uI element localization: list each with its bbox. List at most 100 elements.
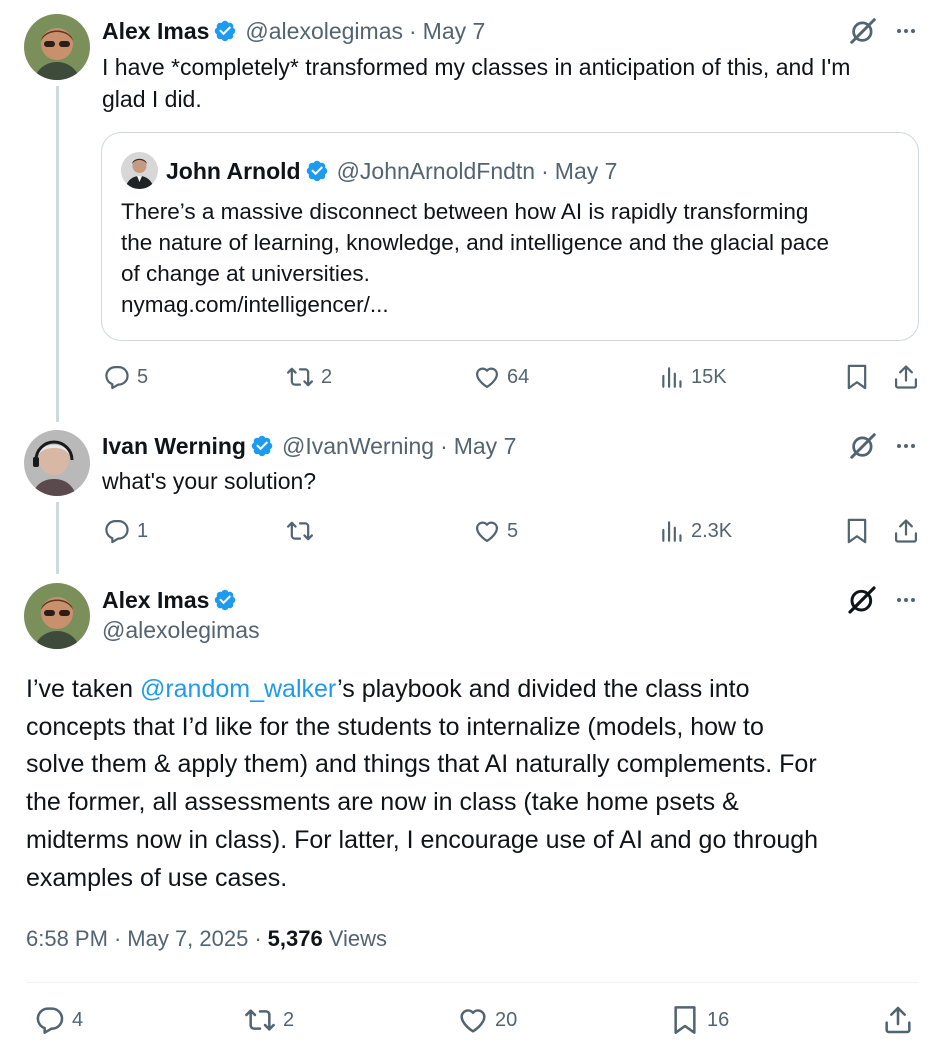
avatar-john-arnold[interactable] xyxy=(121,152,158,189)
quote-author-name[interactable]: John Arnold xyxy=(166,158,301,185)
verified-badge-icon xyxy=(213,19,237,43)
like-count: 5 xyxy=(507,519,519,542)
like-icon xyxy=(457,1004,489,1036)
repost-count: 2 xyxy=(283,1008,295,1031)
main-author-name[interactable]: Alex Imas xyxy=(102,587,209,614)
tweet1-author-handle[interactable]: @alexolegimas xyxy=(245,18,403,45)
grok-icon[interactable] xyxy=(848,431,878,461)
repost-button[interactable] xyxy=(285,517,315,545)
views-icon xyxy=(659,517,685,545)
main-text-line: concepts that I’d like for the students … xyxy=(26,712,764,741)
views-label: Views xyxy=(328,926,388,951)
grok-icon[interactable] xyxy=(848,16,878,46)
tweet1-author-name[interactable]: Alex Imas xyxy=(102,18,209,45)
repost-icon xyxy=(243,1004,277,1036)
separator-dot: · xyxy=(113,926,122,951)
repost-icon xyxy=(285,363,315,391)
timestamp-row: 6:58 PM · May 7, 2025 · 5,376 Views xyxy=(26,926,387,952)
main-text-line: solve them & apply them) and things that… xyxy=(26,750,817,779)
reply-count: 5 xyxy=(137,365,149,388)
bookmark-icon xyxy=(669,1004,701,1036)
views-button[interactable]: 15K xyxy=(659,363,727,391)
reply-count: 1 xyxy=(137,519,149,542)
separator-dot: · xyxy=(409,17,417,44)
quote-date[interactable]: May 7 xyxy=(555,158,618,185)
quote-author-handle[interactable]: @JohnArnoldFndtn xyxy=(337,158,536,185)
main-tweet-text: I’ve taken @random_walker’s playbook and… xyxy=(26,671,818,897)
repost-count: 2 xyxy=(321,365,333,388)
tweet1-header: Alex Imas @alexolegimas · May 7 xyxy=(102,16,485,46)
repost-button[interactable]: 2 xyxy=(285,363,332,391)
quote-text-line: of change at universities. xyxy=(121,261,370,286)
more-icon[interactable] xyxy=(894,434,918,458)
tweet1-text: I have *completely* transformed my class… xyxy=(102,51,850,115)
like-button[interactable]: 20 xyxy=(457,1004,517,1036)
grok-icon[interactable] xyxy=(846,584,878,616)
separator-dot: · xyxy=(541,157,549,184)
avatar-alex-imas-image xyxy=(24,583,90,649)
like-button[interactable]: 64 xyxy=(473,363,529,391)
bookmark-icon[interactable] xyxy=(843,517,871,545)
quote-text-line: the nature of learning, knowledge, and i… xyxy=(121,230,830,255)
avatar-ivan-werning-image xyxy=(24,430,90,496)
divider xyxy=(26,982,919,983)
bookmark-count: 16 xyxy=(707,1008,730,1031)
main-text-line: I’ve taken @random_walker’s playbook and… xyxy=(26,671,818,709)
like-icon xyxy=(473,517,501,545)
tweet2-author-name[interactable]: Ivan Werning xyxy=(102,433,246,460)
repost-button[interactable]: 2 xyxy=(243,1004,294,1036)
like-count: 64 xyxy=(507,365,530,388)
tweet2-text: what's your solution? xyxy=(102,468,317,494)
post-time[interactable]: 6:58 PM xyxy=(26,926,108,952)
share-icon[interactable] xyxy=(892,363,920,391)
reply-icon xyxy=(103,517,131,545)
main-text-line: midterms now in class). For latter, I en… xyxy=(26,825,819,854)
main-author-row: Alex Imas xyxy=(102,585,237,615)
views-button[interactable]: 2.3K xyxy=(659,517,732,545)
like-button[interactable]: 5 xyxy=(473,517,518,545)
reply-button[interactable]: 5 xyxy=(103,363,148,391)
tweet2-header: Ivan Werning @IvanWerning · May 7 xyxy=(102,431,516,461)
avatar-alex-imas[interactable] xyxy=(24,583,90,649)
quote-link[interactable]: nymag.com/intelligencer/... xyxy=(121,289,829,320)
views-count: 15K xyxy=(691,365,727,388)
view-count: 5,376 xyxy=(267,926,323,951)
thread-line-1 xyxy=(56,86,59,422)
verified-badge-icon xyxy=(305,159,329,183)
avatar-ivan-werning[interactable] xyxy=(24,430,90,496)
reply-button[interactable]: 4 xyxy=(34,1004,83,1036)
main-text-line: examples of use cases. xyxy=(26,863,288,892)
tweet1-date[interactable]: May 7 xyxy=(423,18,486,45)
bookmark-button[interactable]: 16 xyxy=(669,1004,729,1036)
main-text-post: ’s playbook and divided the class into xyxy=(337,675,750,703)
quote-header: John Arnold @JohnArnoldFndtn · May 7 xyxy=(166,156,617,186)
post-date[interactable]: May 7, 2025 xyxy=(127,926,248,952)
like-icon xyxy=(473,363,501,391)
tweet1-text-line: I have *completely* transformed my class… xyxy=(102,54,851,80)
avatar-alex-imas-image xyxy=(24,14,90,80)
tweet2-date[interactable]: May 7 xyxy=(454,433,517,460)
share-icon[interactable] xyxy=(882,1004,914,1036)
verified-badge-icon xyxy=(213,588,237,612)
tweet1-text-line: glad I did. xyxy=(102,86,202,112)
like-count: 20 xyxy=(495,1008,518,1031)
views-count: 2.3K xyxy=(691,519,733,542)
views-icon xyxy=(659,363,685,391)
share-icon[interactable] xyxy=(892,517,920,545)
avatar-john-arnold-image xyxy=(121,152,158,189)
tweet2-author-handle[interactable]: @IvanWerning xyxy=(282,433,434,460)
main-author-handle[interactable]: @alexolegimas xyxy=(102,617,260,644)
reply-icon xyxy=(103,363,131,391)
mention-link[interactable]: @random_walker xyxy=(140,675,337,703)
avatar-alex-imas[interactable] xyxy=(24,14,90,80)
main-text-pre: I’ve taken xyxy=(26,675,140,703)
separator-dot: · xyxy=(440,432,448,459)
reply-button[interactable]: 1 xyxy=(103,517,148,545)
more-icon[interactable] xyxy=(894,588,918,612)
main-text-line: the former, all assessments are now in c… xyxy=(26,788,739,817)
thread-line-2 xyxy=(56,502,59,574)
quote-text-line: There’s a massive disconnect between how… xyxy=(121,199,809,224)
bookmark-icon[interactable] xyxy=(843,363,871,391)
reply-icon xyxy=(34,1004,66,1036)
more-icon[interactable] xyxy=(894,19,918,43)
